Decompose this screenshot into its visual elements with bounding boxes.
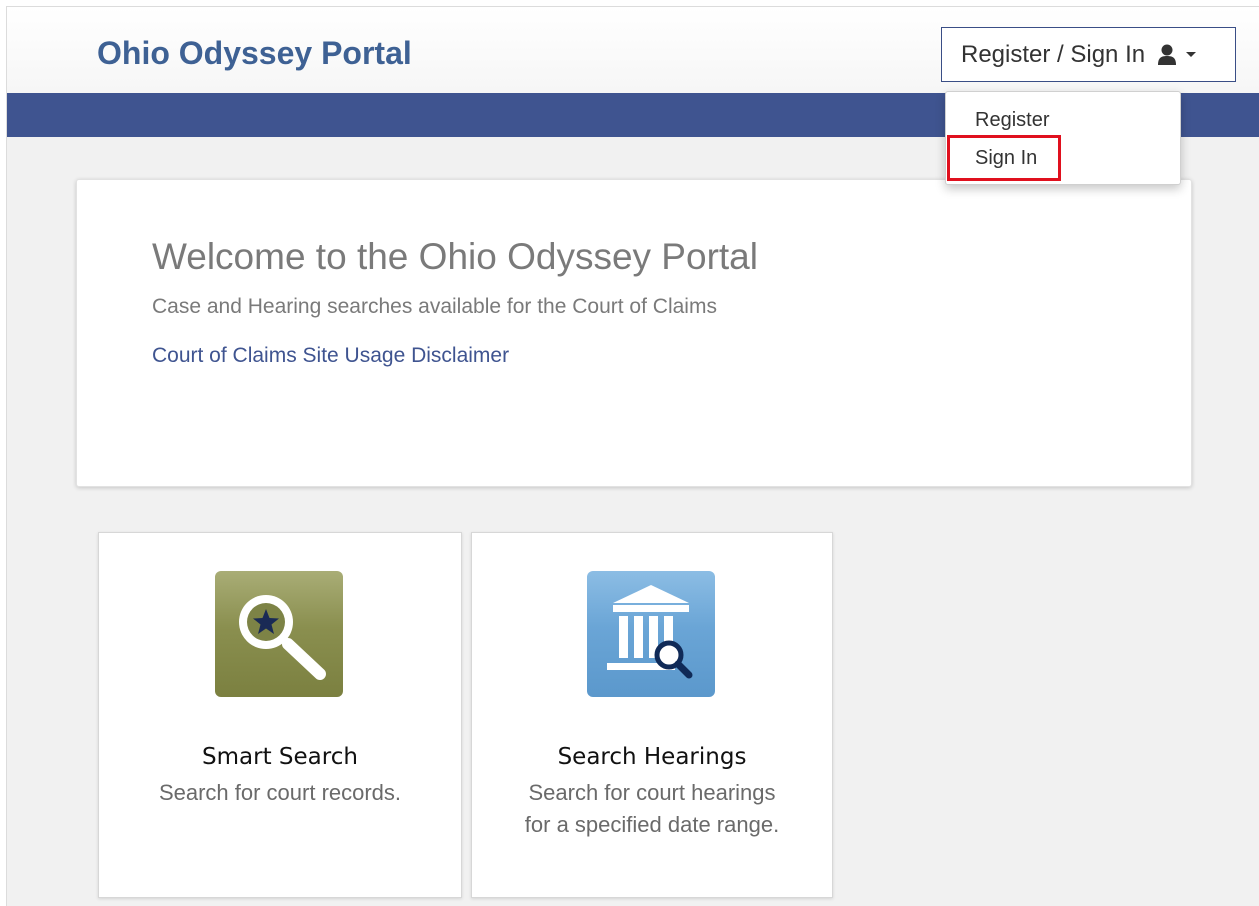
search-hearings-title: Search Hearings <box>557 744 747 770</box>
site-title[interactable]: Ohio Odyssey Portal <box>97 35 412 72</box>
welcome-card: Welcome to the Ohio Odyssey Portal Case … <box>76 179 1192 487</box>
smart-search-title: Smart Search <box>202 744 358 770</box>
header-bar: Ohio Odyssey Portal Register / Sign In <box>7 7 1259 93</box>
search-hearings-desc-line: for a specified date range. <box>524 812 780 837</box>
courthouse-search-icon <box>587 571 715 697</box>
user-icon <box>1157 44 1177 66</box>
magnifier-star-icon <box>215 571 343 697</box>
dropdown-item-register[interactable]: Register <box>975 109 1049 132</box>
smart-search-tile[interactable]: Smart Search Search for court records. <box>98 532 462 898</box>
page-frame: Ohio Odyssey Portal Register / Sign In R… <box>6 6 1259 906</box>
search-hearings-desc-line: Search for court hearings <box>528 780 776 805</box>
search-hearings-description: Search for court hearings for a specifie… <box>472 777 832 841</box>
welcome-title: Welcome to the Ohio Odyssey Portal <box>152 236 758 277</box>
smart-search-description: Search for court records. <box>99 777 461 809</box>
welcome-subtitle: Case and Hearing searches available for … <box>152 295 717 318</box>
register-sign-in-label: Register / Sign In <box>961 40 1146 68</box>
search-hearings-tile[interactable]: Search Hearings Search for court hearing… <box>471 532 833 898</box>
sign-in-highlight-box <box>947 135 1061 181</box>
disclaimer-link[interactable]: Court of Claims Site Usage Disclaimer <box>152 344 509 368</box>
smart-search-desc-line: Search for court records. <box>158 780 402 805</box>
caret-down-icon <box>1186 52 1197 57</box>
register-sign-in-button[interactable]: Register / Sign In <box>941 27 1236 82</box>
